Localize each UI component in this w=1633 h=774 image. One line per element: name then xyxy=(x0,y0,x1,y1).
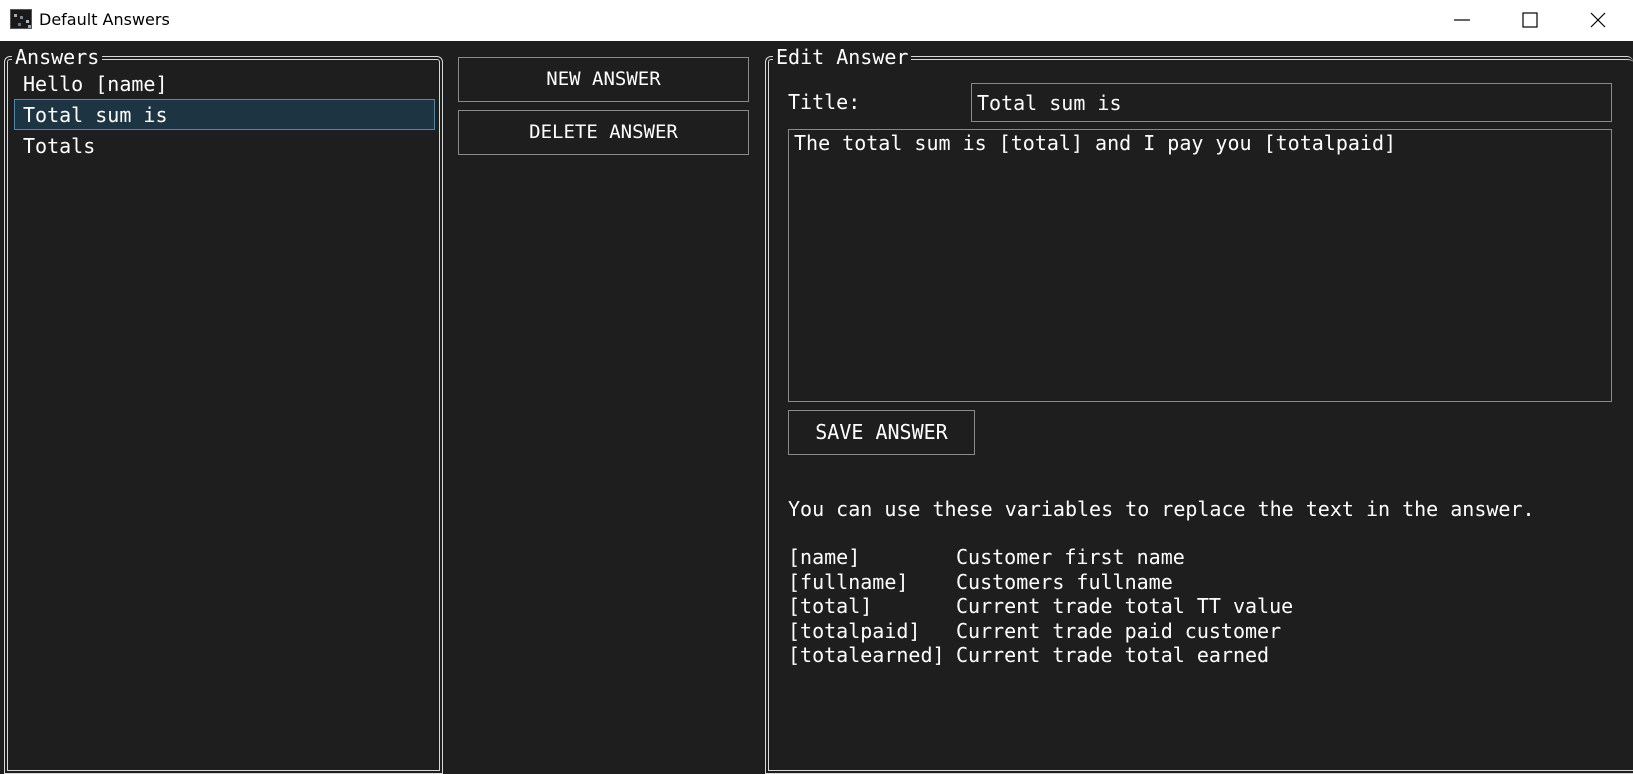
list-item[interactable]: Totals xyxy=(14,130,435,161)
save-answer-button[interactable]: SAVE ANSWER xyxy=(788,410,975,455)
minimize-icon xyxy=(1454,19,1470,21)
title-input[interactable] xyxy=(971,83,1612,122)
list-item[interactable]: Total sum is xyxy=(14,99,435,130)
variable-description: Current trade total TT value xyxy=(956,594,1294,618)
answers-group: Answers Hello [name] Total sum is Totals xyxy=(4,45,443,774)
minimize-button[interactable] xyxy=(1427,0,1497,41)
variables-table: [name] Customer first name [fullname] Custo… xyxy=(788,545,1293,668)
title-label: Title: xyxy=(788,90,861,114)
variable-description: Customers fullname xyxy=(956,569,1173,594)
variable-row: [totalearned] Current trade total earned xyxy=(788,643,1293,668)
variable-description: Customer first name xyxy=(956,545,1185,569)
variable-row: [fullname] Customers fullname xyxy=(788,570,1293,595)
title-bar: Default Answers xyxy=(0,0,1633,41)
variable-name: [total] xyxy=(788,594,873,618)
maximize-icon xyxy=(1522,12,1538,28)
edit-answer-group-label: Edit Answer xyxy=(773,45,912,69)
answers-group-label: Answers xyxy=(12,45,103,69)
variable-row: [totalpaid] Current trade paid customer xyxy=(788,619,1293,644)
close-button[interactable] xyxy=(1563,0,1633,41)
new-answer-button[interactable]: NEW ANSWER xyxy=(458,57,749,102)
window-title: Default Answers xyxy=(39,10,170,29)
variable-name: [fullname] xyxy=(788,569,909,594)
maximize-button[interactable] xyxy=(1495,0,1565,41)
variable-row: [total] Current trade total TT value xyxy=(788,594,1293,619)
variable-name: [totalearned] xyxy=(788,643,945,667)
variable-description: Current trade total earned xyxy=(956,643,1270,667)
variable-row: [name] Customer first name xyxy=(788,545,1293,570)
answers-list[interactable]: Hello [name] Total sum is Totals xyxy=(14,68,435,161)
delete-answer-button[interactable]: DELETE ANSWER xyxy=(458,110,749,155)
variable-description: Current trade paid customer xyxy=(956,618,1282,643)
close-icon xyxy=(1590,12,1606,28)
list-item[interactable]: Hello [name] xyxy=(14,68,435,99)
variable-name: [name] xyxy=(788,545,861,569)
app-icon xyxy=(10,9,32,29)
variables-hint: You can use these variables to replace t… xyxy=(788,497,1535,521)
variable-name: [totalpaid] xyxy=(788,618,921,643)
answer-body-textarea[interactable]: The total sum is [total] and I pay you [… xyxy=(788,129,1612,402)
